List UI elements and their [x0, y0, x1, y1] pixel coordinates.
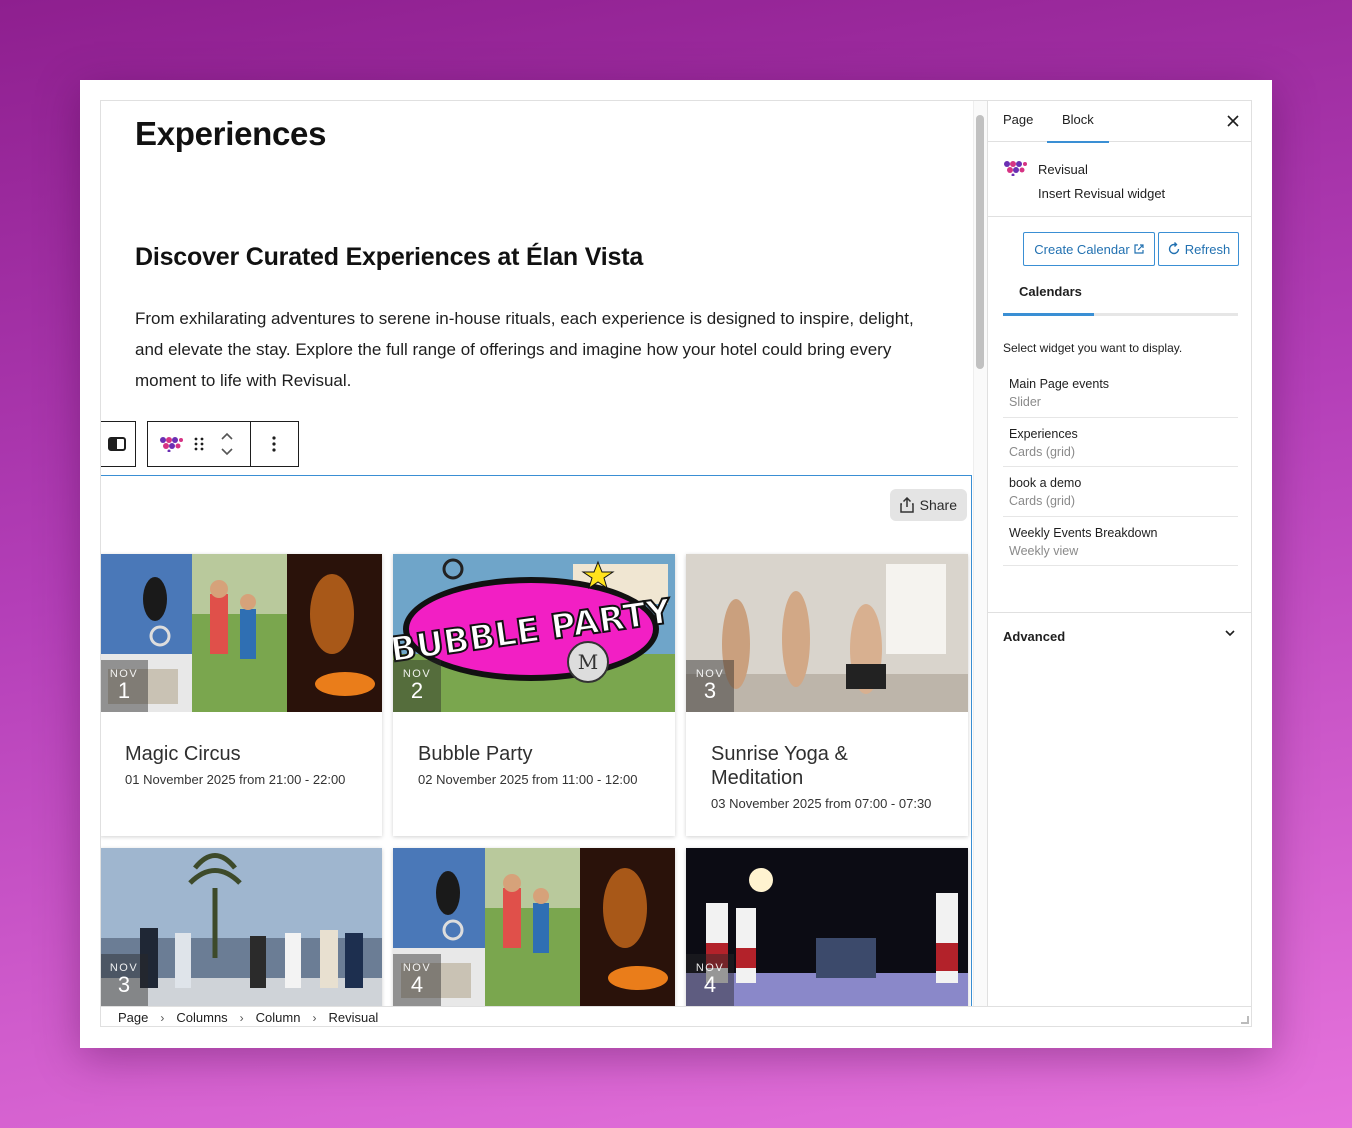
breadcrumb-item[interactable]: Page: [118, 1010, 148, 1025]
external-link-icon: [1134, 244, 1144, 254]
section-heading[interactable]: Discover Curated Experiences at Élan Vis…: [135, 243, 643, 272]
widget-type: Cards (grid): [1009, 494, 1075, 508]
widget-list: Main Page events Slider Experiences Card…: [1003, 368, 1238, 566]
canvas-scrollbar-thumb[interactable]: [976, 115, 984, 369]
move-buttons[interactable]: [204, 422, 250, 466]
event-image: NOV 3: [686, 554, 968, 712]
advanced-label: Advanced: [1003, 629, 1066, 644]
breadcrumb-separator: ›: [312, 1010, 317, 1025]
list-item[interactable]: Weekly Events Breakdown Weekly view: [1003, 517, 1238, 566]
tab-block[interactable]: Block: [1047, 101, 1109, 143]
event-title: Magic Circus: [125, 743, 241, 765]
list-item[interactable]: Main Page events Slider: [1003, 368, 1238, 418]
more-options-button[interactable]: [251, 422, 297, 466]
date-badge: NOV 4: [393, 954, 441, 1006]
event-image: NOV 4: [393, 848, 675, 1006]
event-card-magic-circus[interactable]: NOV 1 Magic Circus 01 November 2025 from…: [101, 554, 382, 836]
date-badge: NOV 1: [101, 660, 148, 712]
more-options-icon: [272, 436, 276, 452]
settings-sidebar: Page Block Revisual Insert Revisual widg…: [987, 101, 1251, 1006]
event-card-folk-dance[interactable]: NOV 4: [686, 848, 968, 1006]
refresh-label: Refresh: [1184, 241, 1231, 257]
drag-handle[interactable]: [194, 422, 204, 466]
refresh-icon: [1168, 242, 1179, 255]
block-card: Revisual Insert Revisual widget: [988, 142, 1251, 217]
close-sidebar-button[interactable]: [1227, 111, 1239, 132]
block-editor: Experiences Discover Curated Experiences…: [100, 100, 1252, 1027]
block-description: Insert Revisual widget: [1038, 186, 1166, 201]
event-image: BUBBLE PARTY M NOV 2: [393, 554, 675, 712]
share-button[interactable]: Share: [889, 489, 967, 521]
drag-handle-icon: [194, 437, 204, 451]
revisual-widget-block[interactable]: Share NOV 1 Magic Circus 01 November 202…: [101, 475, 972, 1006]
breadcrumb-separator: ›: [160, 1010, 165, 1025]
sidebar-tabs: Page Block: [988, 101, 1251, 143]
revisual-logo-icon: [1004, 161, 1027, 176]
breadcrumb-item[interactable]: Column: [256, 1010, 301, 1025]
page-title[interactable]: Experiences: [135, 115, 326, 153]
advanced-panel-toggle[interactable]: Advanced: [988, 612, 1251, 658]
move-up-down-icon: [221, 432, 233, 456]
calendars-tab-indicator: [1003, 313, 1238, 316]
intro-paragraph[interactable]: From exhilarating adventures to serene i…: [135, 303, 935, 396]
block-toolbar: [147, 421, 299, 467]
select-widget-hint: Select widget you want to display.: [1003, 341, 1183, 355]
event-card-magic-circus-2[interactable]: NOV 4: [393, 848, 675, 1006]
event-date: 03 November 2025 from 07:00 - 07:30: [711, 796, 932, 811]
columns-icon: [108, 437, 126, 451]
event-card-sunrise-yoga[interactable]: NOV 3 Sunrise Yoga & Meditation 03 Novem…: [686, 554, 968, 836]
widget-name: Experiences: [1009, 426, 1078, 441]
widget-type: Slider: [1009, 395, 1041, 409]
event-image: NOV 4: [686, 848, 968, 1006]
editor-canvas: Experiences Discover Curated Experiences…: [101, 101, 973, 1006]
list-item[interactable]: Experiences Cards (grid): [1003, 418, 1238, 467]
event-image: NOV 1: [101, 554, 382, 712]
event-date: 02 November 2025 from 11:00 - 12:00: [418, 772, 638, 787]
date-badge: NOV 4: [686, 954, 734, 1006]
chevron-down-icon: [1225, 630, 1235, 637]
widget-name: Main Page events: [1009, 377, 1110, 391]
block-type-button[interactable]: [148, 422, 194, 466]
breadcrumb: Page › Columns › Column › Revisual: [101, 1006, 1251, 1026]
revisual-logo-icon: [160, 437, 183, 452]
event-image: NOV 3: [101, 848, 382, 1006]
widget-type: Weekly view: [1009, 543, 1079, 558]
share-label: Share: [919, 497, 957, 513]
event-date: 01 November 2025 from 21:00 - 22:00: [125, 772, 346, 787]
widget-type: Cards (grid): [1009, 444, 1075, 459]
create-calendar-label: Create Calendar: [1034, 241, 1130, 257]
date-badge: NOV 3: [101, 954, 148, 1006]
breadcrumb-item[interactable]: Revisual: [328, 1010, 378, 1025]
breadcrumb-separator: ›: [239, 1010, 244, 1025]
widget-name: book a demo: [1009, 476, 1082, 490]
tab-calendars[interactable]: Calendars: [1019, 284, 1082, 299]
date-badge: NOV 3: [686, 660, 734, 712]
close-icon: [1227, 115, 1239, 127]
event-title: Bubble Party: [418, 743, 533, 765]
editor-window: Experiences Discover Curated Experiences…: [80, 80, 1272, 1048]
date-badge: NOV 2: [393, 660, 441, 712]
resize-handle[interactable]: [1241, 1016, 1249, 1024]
select-parent-columns-button[interactable]: [101, 421, 136, 467]
event-card-bubble-party[interactable]: BUBBLE PARTY M NOV 2 Bubble Party 02 Nov…: [393, 554, 675, 836]
widget-name: Weekly Events Breakdown: [1009, 525, 1158, 540]
tab-page[interactable]: Page: [1003, 101, 1033, 142]
event-title: Sunrise Yoga & Meditation: [711, 743, 848, 789]
event-card-live-music[interactable]: NOV 3: [101, 848, 382, 1006]
breadcrumb-item[interactable]: Columns: [176, 1010, 227, 1025]
share-icon: [899, 497, 914, 513]
refresh-button[interactable]: Refresh: [1158, 232, 1239, 266]
list-item[interactable]: book a demo Cards (grid): [1003, 467, 1238, 517]
create-calendar-button[interactable]: Create Calendar: [1023, 232, 1155, 266]
block-name: Revisual: [1038, 162, 1088, 177]
svg-text:M: M: [578, 650, 598, 674]
